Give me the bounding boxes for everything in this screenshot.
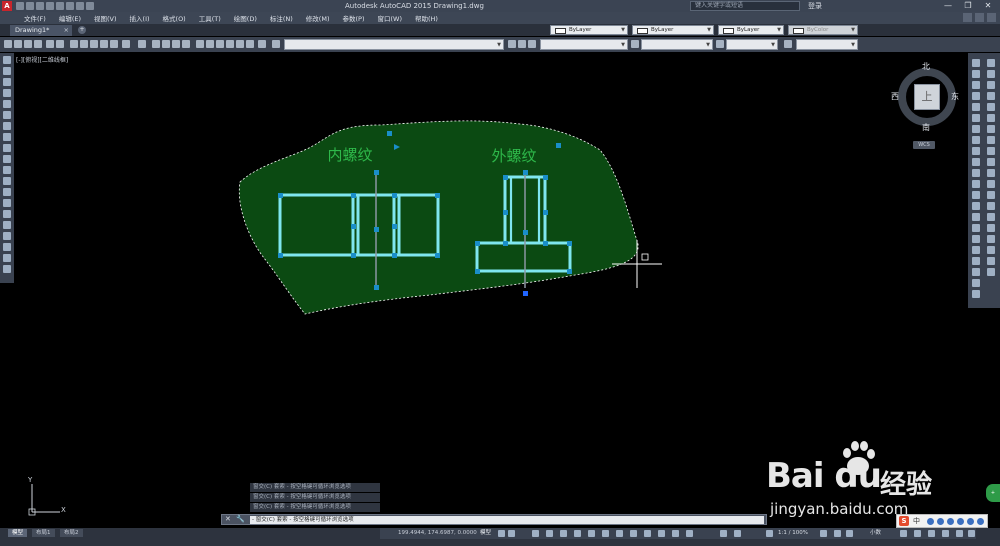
viewcube[interactable]: 上 北 南 东 西 WCS: [890, 62, 964, 152]
ortho-icon[interactable]: [532, 530, 539, 537]
object-snap-icon[interactable]: [588, 530, 595, 537]
status-bar: 199.4944, 174.6987, 0.0000 模型 1:1 / 100%…: [380, 528, 976, 539]
tab-model[interactable]: 模型: [8, 529, 28, 537]
command-history-line: 窗交(C) 套索 - 按空格键可循环浏览选项: [250, 483, 380, 492]
external-thread-label[interactable]: 外螺纹: [491, 147, 536, 165]
gizmo-icon[interactable]: [686, 530, 693, 537]
polar-icon[interactable]: [546, 530, 553, 537]
command-line: ✕ 🔧 - 窗交(C) 套索 - 按空格键可循环浏览选项: [221, 514, 767, 525]
model-space-button[interactable]: 模型: [480, 529, 491, 538]
selection-filter-icon[interactable]: [672, 530, 679, 537]
selection-cycling-icon[interactable]: [630, 530, 637, 537]
snap-icon[interactable]: [508, 530, 515, 537]
annotation-scale-icon[interactable]: [766, 530, 773, 537]
quick-properties-icon[interactable]: [900, 530, 907, 537]
ime-language[interactable]: 中: [913, 515, 920, 527]
annotation-scale[interactable]: 1:1 / 100%: [778, 528, 808, 539]
wcs-menu-button[interactable]: WCS: [913, 141, 935, 149]
viewcube-top-face[interactable]: 上: [914, 84, 940, 110]
sogou-logo-icon[interactable]: S: [899, 516, 909, 526]
command-customize-icon[interactable]: 🔧: [236, 515, 245, 524]
annotation-monitor-icon[interactable]: [834, 530, 841, 537]
3d-osnap-icon[interactable]: [644, 530, 651, 537]
clean-screen-icon[interactable]: [956, 530, 963, 537]
tab-layout1[interactable]: 布局1: [32, 529, 55, 537]
toolbox-icon[interactable]: [977, 518, 984, 525]
compass-south[interactable]: 南: [922, 123, 930, 133]
skin-icon[interactable]: [967, 518, 974, 525]
voice-icon[interactable]: [947, 518, 954, 525]
lock-ui-icon[interactable]: [914, 530, 921, 537]
units-setting[interactable]: 小数: [870, 528, 881, 539]
annotation-visibility-icon[interactable]: [720, 530, 727, 537]
lineweight-icon[interactable]: [602, 530, 609, 537]
command-input[interactable]: - 窗交(C) 套索 - 按空格键可循环浏览选项: [250, 516, 764, 524]
isodraft-icon[interactable]: [560, 530, 567, 537]
object-snap-tracking-icon[interactable]: [574, 530, 581, 537]
command-close-icon[interactable]: ✕: [225, 515, 231, 524]
ucs-x-label: X: [61, 506, 66, 514]
ime-toolbar: S 中: [896, 514, 988, 528]
tab-layout2[interactable]: 布局2: [60, 529, 83, 537]
punctuation-icon[interactable]: [927, 518, 934, 525]
keyboard-icon[interactable]: [957, 518, 964, 525]
hardware-acceleration-icon[interactable]: [942, 530, 949, 537]
floating-side-button[interactable]: +: [986, 484, 1000, 502]
auto-scale-icon[interactable]: [734, 530, 741, 537]
customization-icon[interactable]: [968, 530, 975, 537]
compass-east[interactable]: 东: [951, 92, 959, 102]
isolate-objects-icon[interactable]: [928, 530, 935, 537]
command-history-line: 窗交(C) 套索 - 按空格键可循环浏览选项: [250, 493, 380, 502]
workspace-gear-icon[interactable]: [820, 530, 827, 537]
autocad-window: A Autodesk AutoCAD 2015 Drawing1.dwg 键入关…: [0, 0, 1000, 546]
coordinates-readout[interactable]: 199.4944, 174.6987, 0.0000: [398, 528, 477, 539]
baidu-jingyan-label: 经验: [880, 470, 933, 500]
grid-icon[interactable]: [498, 530, 505, 537]
emoji-icon[interactable]: [937, 518, 944, 525]
transparency-icon[interactable]: [616, 530, 623, 537]
watermark-url: jingyan.baidu.com: [770, 500, 909, 518]
compass-west[interactable]: 西: [891, 92, 899, 102]
internal-thread-label[interactable]: 内螺纹: [327, 146, 372, 164]
ucs-y-label: Y: [28, 476, 33, 484]
dynamic-ucs-icon[interactable]: [658, 530, 665, 537]
compass-north[interactable]: 北: [922, 62, 930, 72]
command-history-line: 窗交(C) 套索 - 按空格键可循环浏览选项: [250, 503, 380, 512]
ucs-icon: Y X: [24, 476, 68, 516]
paw-icon: [843, 441, 875, 475]
units-icon[interactable]: [846, 530, 853, 537]
